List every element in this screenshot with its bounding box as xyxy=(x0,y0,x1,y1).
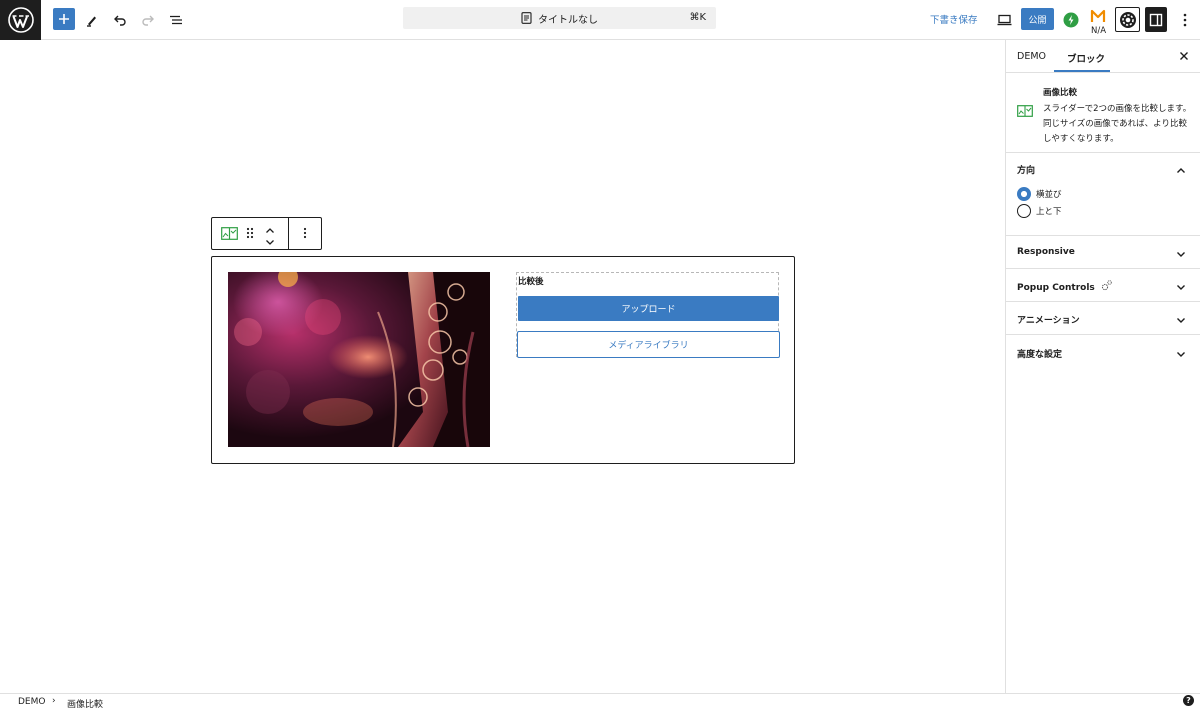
block-toolbar xyxy=(211,217,322,250)
chevron-down-icon xyxy=(266,240,274,245)
panel-popup-controls[interactable]: Popup Controls xyxy=(1006,269,1200,302)
panel-popup-controls-title: Popup Controls xyxy=(1017,280,1112,293)
list-view-button[interactable] xyxy=(165,9,187,31)
radio-label-vertical: 上と下 xyxy=(1036,207,1062,217)
panel-direction-toggle[interactable]: 方向 xyxy=(1017,163,1035,176)
move-up-button[interactable] xyxy=(264,223,276,233)
help-icon[interactable]: ? xyxy=(1183,695,1194,706)
pen-icon xyxy=(87,16,96,27)
saxophone-photo xyxy=(228,272,490,447)
tools-button[interactable] xyxy=(81,9,103,31)
m-plugin-button[interactable] xyxy=(1087,5,1109,27)
panel-responsive[interactable]: Responsive xyxy=(1006,236,1200,269)
panel-animation[interactable]: アニメーション xyxy=(1006,302,1200,335)
block-card-description: スライダーで2つの画像を比較します。 同じサイズの画像であれば、より比較しやすく… xyxy=(1043,104,1192,144)
close-icon xyxy=(1180,52,1188,60)
before-image[interactable] xyxy=(228,272,490,447)
more-vertical-icon xyxy=(1183,13,1187,27)
preview-button[interactable] xyxy=(993,9,1015,31)
image-compare-block[interactable]: 比較後 アップロード メディアライブラリ xyxy=(211,256,795,464)
after-label: 比較後 xyxy=(518,277,544,287)
document-bar[interactable]: タイトルなし ⌘K xyxy=(403,7,716,29)
breadcrumb-separator: › xyxy=(52,696,56,706)
radio-button-checked[interactable] xyxy=(1017,187,1031,201)
chevron-down-icon xyxy=(1176,347,1188,359)
drag-handle[interactable] xyxy=(245,227,255,241)
settings-sidebar-toggle[interactable] xyxy=(1145,7,1167,32)
m-plugin-icon xyxy=(1090,9,1106,22)
document-title: タイトルなし xyxy=(538,14,598,26)
chevron-up-icon[interactable] xyxy=(1176,163,1188,175)
document-icon xyxy=(521,12,532,24)
toolbar-divider xyxy=(288,218,289,249)
chevron-down-icon xyxy=(1176,313,1188,325)
desktop-icon xyxy=(997,14,1011,26)
wordpress-logo[interactable] xyxy=(0,0,41,40)
radio-vertical[interactable]: 上と下 xyxy=(1017,204,1062,218)
drag-handle-icon xyxy=(246,227,254,239)
radio-horizontal[interactable]: 横並び xyxy=(1017,187,1062,201)
block-options-button[interactable] xyxy=(300,227,310,241)
options-button[interactable] xyxy=(1174,9,1196,31)
breadcrumb-demo[interactable]: DEMO xyxy=(18,697,45,707)
breadcrumb-bar: DEMO › 画像比較 ? xyxy=(0,693,1200,711)
move-down-button[interactable] xyxy=(264,235,276,245)
image-compare-icon xyxy=(220,227,238,240)
list-view-icon xyxy=(170,15,182,25)
settings-plugin-button[interactable] xyxy=(1115,7,1140,32)
block-type-button[interactable] xyxy=(220,227,238,241)
panel-advanced-title: 高度な設定 xyxy=(1017,350,1063,360)
sidebar-tabs: DEMO ブロック xyxy=(1006,40,1200,73)
save-draft-button[interactable]: 下書き保存 xyxy=(930,12,978,26)
media-library-button[interactable]: メディアライブラリ xyxy=(517,331,780,358)
redo-button[interactable] xyxy=(137,9,159,31)
settings-sidebar: DEMO ブロック 画像比較 スライダーで2つの画像を比較します。 同じサイズの… xyxy=(1005,40,1200,693)
gears-icon xyxy=(1101,280,1112,291)
add-block-button[interactable] xyxy=(53,8,75,30)
breadcrumb-image-compare[interactable]: 画像比較 xyxy=(67,697,103,710)
active-tab-indicator xyxy=(1054,70,1110,72)
block-card-title: 画像比較 xyxy=(1043,88,1078,98)
plugin-status: N/A xyxy=(1091,26,1107,36)
chevron-down-icon xyxy=(1176,280,1188,292)
chevron-down-icon xyxy=(1176,247,1188,259)
image-compare-icon xyxy=(1017,105,1033,121)
panel-direction: 方向 横並び 上と下 xyxy=(1006,153,1200,236)
command-shortcut: ⌘K xyxy=(689,12,706,23)
close-sidebar-button[interactable] xyxy=(1178,50,1190,62)
upload-button[interactable]: アップロード xyxy=(518,296,779,321)
tab-demo[interactable]: DEMO xyxy=(1017,51,1046,62)
panel-advanced[interactable]: 高度な設定 xyxy=(1006,335,1200,368)
redo-icon xyxy=(142,15,154,26)
editor-header: タイトルなし ⌘K 下書き保存 公開 N/A xyxy=(0,0,1200,40)
panel-animation-title: アニメーション xyxy=(1017,316,1080,326)
undo-button[interactable] xyxy=(109,9,131,31)
sidebar-toggle-icon xyxy=(1149,13,1163,26)
wordpress-icon xyxy=(7,7,34,33)
plus-icon xyxy=(59,14,69,24)
panel-responsive-title: Responsive xyxy=(1017,247,1075,257)
gear-icon xyxy=(1119,11,1136,28)
radio-label-horizontal: 横並び xyxy=(1036,190,1062,200)
after-image-placeholder: 比較後 アップロード メディアライブラリ xyxy=(516,272,780,358)
lightning-icon xyxy=(1063,12,1079,28)
block-card: 画像比較 スライダーで2つの画像を比較します。 同じサイズの画像であれば、より比… xyxy=(1006,73,1200,153)
performance-plugin-button[interactable] xyxy=(1060,9,1082,31)
radio-button[interactable] xyxy=(1017,204,1031,218)
chevron-up-icon xyxy=(266,228,274,233)
undo-icon xyxy=(114,15,126,26)
publish-button[interactable]: 公開 xyxy=(1021,8,1054,30)
tab-block[interactable]: ブロック xyxy=(1067,51,1105,65)
more-vertical-icon xyxy=(303,227,307,239)
